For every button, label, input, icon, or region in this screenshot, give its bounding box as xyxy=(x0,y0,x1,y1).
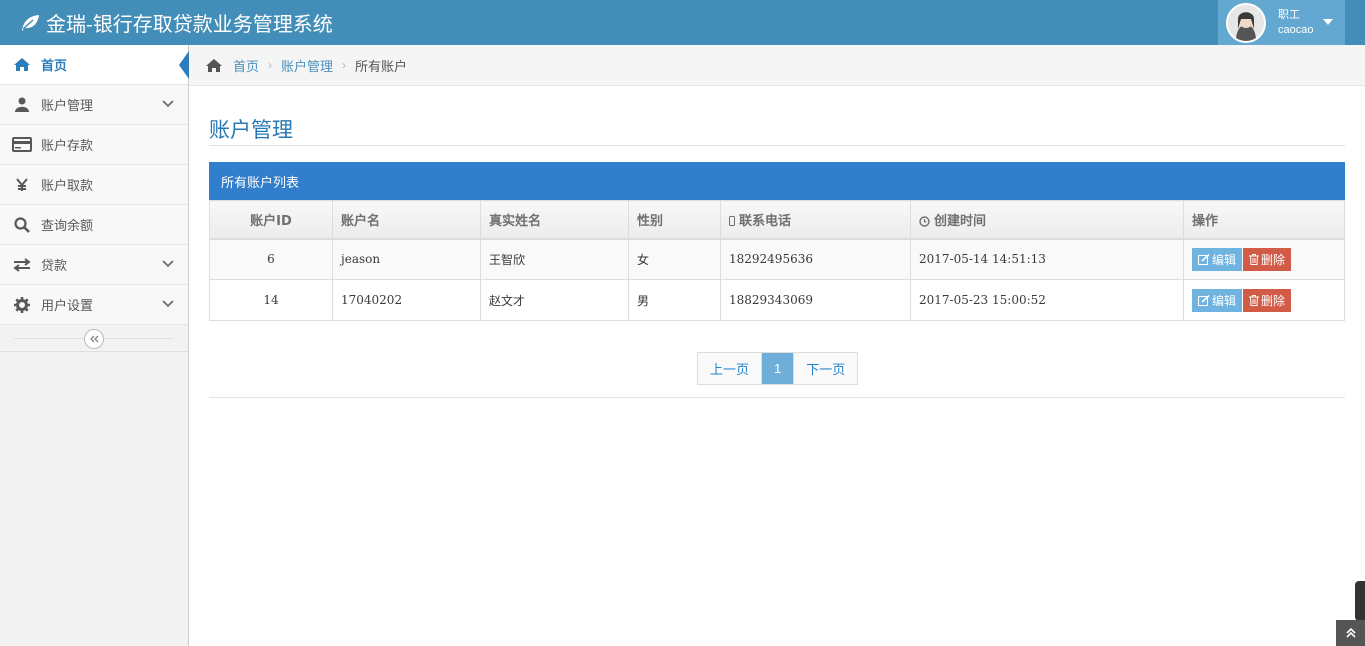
column-header-id: 账户ID xyxy=(209,200,333,240)
page-number-button[interactable]: 1 xyxy=(761,353,795,384)
cell-gender: 男 xyxy=(628,279,721,321)
chevron-down-icon xyxy=(162,260,174,268)
breadcrumb-current: 所有账户 xyxy=(355,58,408,74)
cell-phone: 18829343069 xyxy=(720,279,911,321)
home-icon xyxy=(12,55,32,75)
prev-page-button[interactable]: 上一页 xyxy=(698,353,762,384)
chevron-right-icon: › xyxy=(268,58,273,72)
table-header-row: 账户ID 账户名 真实姓名 性别 联系电话 创建时间 操作 xyxy=(209,200,1345,240)
breadcrumb-parent-link[interactable]: 账户管理 xyxy=(281,56,333,75)
avatar xyxy=(1226,2,1266,43)
sidebar-item-label: 账户管理 xyxy=(41,98,94,113)
chevron-down-icon xyxy=(162,100,174,108)
cell-actions: 编辑 删除 xyxy=(1183,279,1345,321)
table-caption: 所有账户列表 xyxy=(209,162,1345,200)
home-icon xyxy=(206,58,222,72)
credit-card-icon xyxy=(12,135,32,155)
cell-account: 17040202 xyxy=(332,279,481,321)
sidebar-item-label: 查询余额 xyxy=(41,218,94,233)
sidebar-item-home[interactable]: 首页 xyxy=(0,45,189,85)
edit-button[interactable]: 编辑 xyxy=(1192,288,1243,312)
sidebar-item-label: 贷款 xyxy=(41,258,68,273)
cell-phone: 18292495636 xyxy=(720,238,911,280)
page-title: 账户管理 xyxy=(209,118,293,142)
column-header-created: 创建时间 xyxy=(910,200,1184,240)
delete-button-label: 删除 xyxy=(1261,293,1286,308)
breadcrumb: 首页 › 账户管理 › 所有账户 xyxy=(189,45,1365,86)
cell-account: jeason xyxy=(332,238,481,280)
trash-icon xyxy=(1249,253,1260,265)
sidebar-item-withdraw[interactable]: 账户取款 xyxy=(0,165,188,205)
side-widget[interactable] xyxy=(1355,581,1365,621)
clock-icon xyxy=(919,216,930,227)
column-header-created-label: 创建时间 xyxy=(934,213,987,229)
table-row: 6 jeason 王智欣 女 18292495636 2017-05-14 14… xyxy=(209,238,1345,280)
cell-id: 6 xyxy=(209,238,333,280)
app-title: 金瑞-银行存取贷款业务管理系统 xyxy=(46,12,333,36)
content-divider xyxy=(209,397,1345,398)
sidebar-item-label: 账户存款 xyxy=(41,138,94,153)
user-icon xyxy=(12,95,32,115)
cell-created: 2017-05-14 14:51:13 xyxy=(910,238,1184,280)
brand[interactable]: 金瑞-银行存取贷款业务管理系统 xyxy=(20,0,333,45)
double-chevron-left-icon xyxy=(90,335,99,343)
edit-button[interactable]: 编辑 xyxy=(1192,247,1243,271)
column-header-gender: 性别 xyxy=(628,200,721,240)
cell-real-name: 赵文才 xyxy=(480,279,629,321)
column-header-phone-label: 联系电话 xyxy=(739,213,792,229)
sidebar: 首页 账户管理 账户存款 账户取款 查询余额 贷款 用户设置 xyxy=(0,45,189,646)
sidebar-item-deposit[interactable]: 账户存款 xyxy=(0,125,188,165)
edit-icon xyxy=(1198,253,1210,265)
chevron-right-icon: › xyxy=(342,58,347,72)
double-chevron-up-icon xyxy=(1345,628,1356,638)
trash-icon xyxy=(1249,294,1260,306)
next-page-button[interactable]: 下一页 xyxy=(794,353,858,384)
table-row: 14 17040202 赵文才 男 18829343069 2017-05-23… xyxy=(209,279,1345,321)
sidebar-item-account-management[interactable]: 账户管理 xyxy=(0,85,188,125)
delete-button[interactable]: 删除 xyxy=(1243,247,1292,271)
title-divider xyxy=(209,145,1345,146)
user-role: 职工 xyxy=(1278,8,1300,21)
column-header-real-name: 真实姓名 xyxy=(480,200,629,240)
user-menu[interactable]: 职工 caocao xyxy=(1218,0,1345,45)
caret-down-icon xyxy=(1323,19,1333,25)
user-info: 职工 caocao xyxy=(1278,8,1313,38)
yen-icon xyxy=(12,175,32,195)
delete-button[interactable]: 删除 xyxy=(1243,288,1292,312)
user-name: caocao xyxy=(1278,23,1314,36)
sidebar-item-label: 账户取款 xyxy=(41,178,94,193)
cell-id: 14 xyxy=(209,279,333,321)
sidebar-item-label: 首页 xyxy=(41,58,68,73)
edit-icon xyxy=(1198,294,1210,306)
sidebar-collapse-button[interactable] xyxy=(84,329,104,349)
chevron-down-icon xyxy=(162,300,174,308)
cell-real-name: 王智欣 xyxy=(480,238,629,280)
scroll-to-top-button[interactable] xyxy=(1336,620,1365,646)
exchange-icon xyxy=(12,255,32,275)
cell-gender: 女 xyxy=(628,238,721,280)
navbar: 金瑞-银行存取贷款业务管理系统 职工 caocao xyxy=(0,0,1365,45)
delete-button-label: 删除 xyxy=(1261,252,1286,267)
sidebar-collapse-bar xyxy=(0,325,188,352)
pagination: 上一页 1 下一页 xyxy=(697,352,859,385)
breadcrumb-home-link[interactable]: 首页 xyxy=(233,56,259,75)
edit-button-label: 编辑 xyxy=(1212,252,1237,267)
leaf-icon xyxy=(22,14,39,31)
gear-icon xyxy=(12,295,32,315)
sidebar-item-user-settings[interactable]: 用户设置 xyxy=(0,285,188,325)
cell-actions: 编辑 删除 xyxy=(1183,238,1345,280)
sidebar-item-loan[interactable]: 贷款 xyxy=(0,245,188,285)
sidebar-item-balance[interactable]: 查询余额 xyxy=(0,205,188,245)
sidebar-item-label: 用户设置 xyxy=(41,298,94,313)
edit-button-label: 编辑 xyxy=(1212,293,1237,308)
column-header-phone: 联系电话 xyxy=(720,200,911,240)
accounts-table: 账户ID 账户名 真实姓名 性别 联系电话 创建时间 操作 6 jeason 王… xyxy=(209,200,1345,321)
column-header-actions: 操作 xyxy=(1183,200,1345,240)
mobile-icon xyxy=(729,216,735,227)
cell-created: 2017-05-23 15:00:52 xyxy=(910,279,1184,321)
column-header-account: 账户名 xyxy=(332,200,481,240)
search-icon xyxy=(12,215,32,235)
